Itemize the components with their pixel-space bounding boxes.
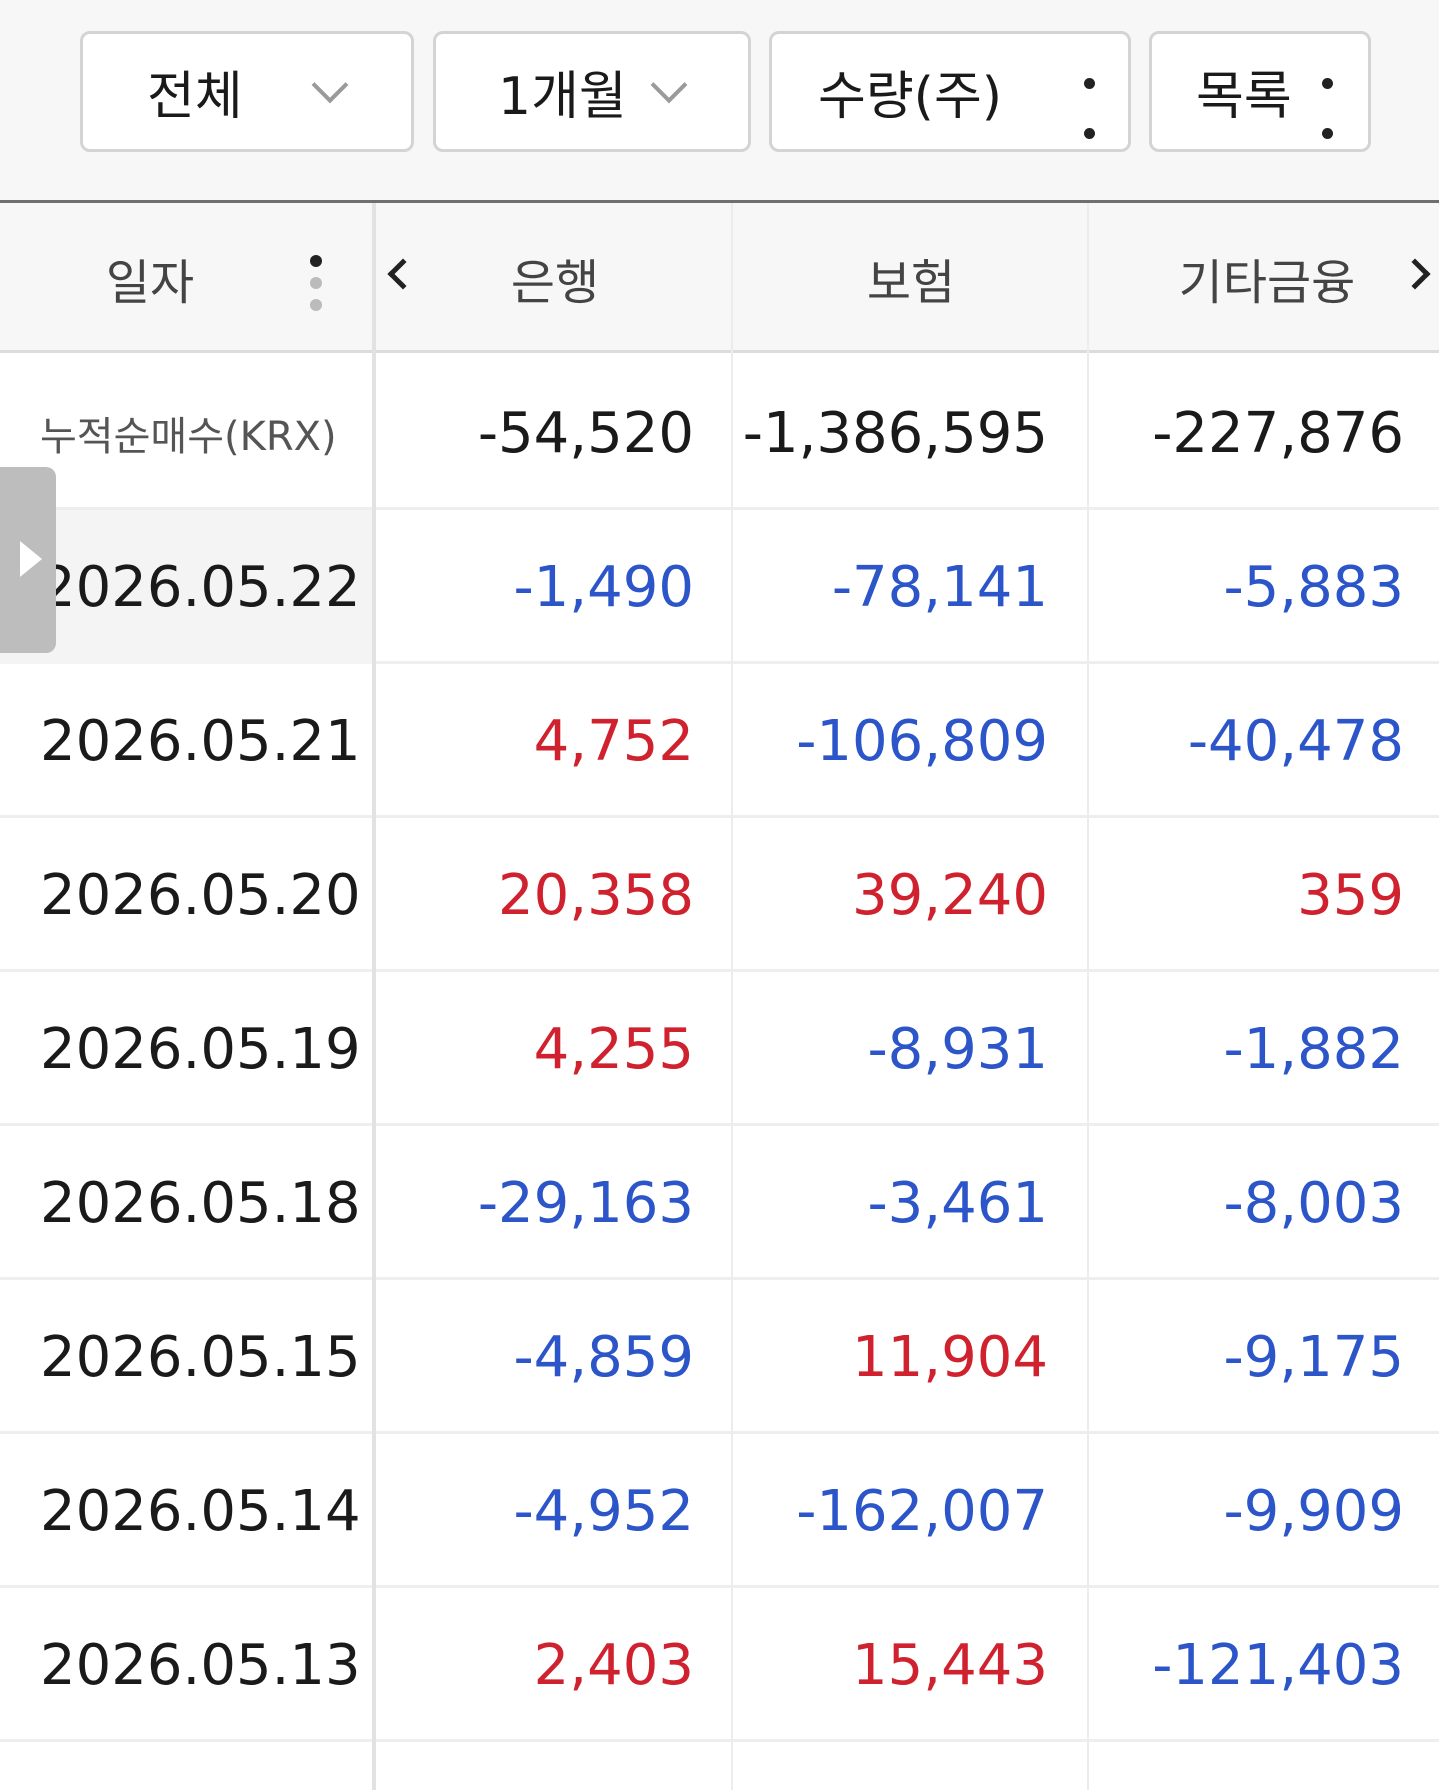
- view-selector[interactable]: 목록: [1149, 31, 1371, 152]
- column-divider: [1087, 203, 1089, 1790]
- header-bank: 은행: [400, 203, 710, 353]
- more-icon: [1321, 78, 1333, 139]
- cell-value: 39,240: [852, 862, 1048, 928]
- cell-value: -162,007: [796, 1478, 1048, 1544]
- table-row[interactable]: 2026.05.19 4,255 -8,931 -1,882: [0, 972, 1439, 1126]
- cell-value: -9,909: [1223, 1478, 1404, 1544]
- header-other-finance: 기타금융: [1089, 203, 1439, 353]
- cell-value: -9,175: [1223, 1324, 1404, 1390]
- table-row[interactable]: 2026.05.15 -4,859 11,904 -9,175: [0, 1280, 1439, 1434]
- period-label: 1개월: [498, 67, 627, 127]
- scope-label: 전체: [147, 67, 243, 127]
- cumulative-label: 누적순매수(KRX): [40, 414, 337, 460]
- row-date: 2026.05.21: [40, 708, 361, 774]
- cumulative-row: 누적순매수(KRX) -54,520 -1,386,595 -227,876: [0, 356, 1439, 510]
- cell-value: -1,386,595: [742, 400, 1048, 466]
- table-row[interactable]: 2026.05.20 20,358 39,240 359: [0, 818, 1439, 972]
- investor-table: 일자 은행 보험 기타금융 누적순매수(KRX) -54,520 -1,386,59…: [0, 203, 1439, 1790]
- row-date: 2026.05.22: [40, 554, 361, 620]
- cell-value: -4,952: [513, 1478, 694, 1544]
- cell-value: -1,882: [1223, 1016, 1404, 1082]
- cell-value: -40,478: [1187, 708, 1404, 774]
- triangle-right-icon: [20, 541, 42, 577]
- cell-value: -29,163: [477, 1170, 694, 1236]
- cell-value: -227,876: [1152, 400, 1404, 466]
- table-row[interactable]: 2026.05.18 -29,163 -3,461 -8,003: [0, 1126, 1439, 1280]
- period-dropdown[interactable]: 1개월: [433, 31, 751, 152]
- cell-value: -5,883: [1223, 554, 1404, 620]
- filter-bar: 전체 1개월 수량(주) 목록: [0, 0, 1439, 200]
- table-row[interactable]: 2026.05.21 4,752 -106,809 -40,478: [0, 664, 1439, 818]
- cell-value: 4,255: [533, 1016, 694, 1082]
- scope-dropdown[interactable]: 전체: [80, 31, 414, 152]
- cell-value: 11,904: [852, 1324, 1048, 1390]
- header-bank-label: 은행: [510, 255, 600, 311]
- row-date: 2026.05.13: [40, 1632, 361, 1698]
- column-divider: [731, 203, 733, 1790]
- cell-value: -106,809: [796, 708, 1048, 774]
- side-panel-toggle[interactable]: [0, 467, 56, 653]
- column-divider: [372, 203, 376, 1790]
- row-date: 2026.05.14: [40, 1478, 361, 1544]
- cell-value: -8,931: [867, 1016, 1048, 1082]
- table-header: 일자 은행 보험 기타금융: [0, 203, 1439, 353]
- table-row[interactable]: 2026.05.22 -1,490 -78,141 -5,883: [0, 510, 1439, 664]
- row-date: 2026.05.19: [40, 1016, 361, 1082]
- cell-value: -4,859: [513, 1324, 694, 1390]
- unit-label: 수량(주): [818, 67, 1003, 127]
- cell-value: -121,403: [1152, 1632, 1404, 1698]
- view-label: 목록: [1196, 67, 1292, 127]
- more-icon: [1083, 78, 1095, 139]
- cell-value: 15,443: [852, 1632, 1048, 1698]
- header-date[interactable]: 일자: [0, 203, 300, 353]
- cell-value: -78,141: [831, 554, 1048, 620]
- row-date: 2026.05.18: [40, 1170, 361, 1236]
- cell-value: 359: [1297, 862, 1404, 928]
- header-other-finance-label: 기타금융: [1178, 255, 1356, 311]
- header-date-label: 일자: [105, 255, 195, 311]
- cell-value: 2,403: [533, 1632, 694, 1698]
- chevron-down-icon: [650, 66, 688, 104]
- chevron-down-icon: [311, 66, 349, 104]
- row-date: 2026.05.20: [40, 862, 361, 928]
- cell-value: -1,490: [513, 554, 694, 620]
- unit-selector[interactable]: 수량(주): [769, 31, 1131, 152]
- cell-value: -8,003: [1223, 1170, 1404, 1236]
- sort-menu-icon[interactable]: [310, 255, 322, 311]
- cell-value: 20,358: [498, 862, 694, 928]
- cell-value: -3,461: [867, 1170, 1048, 1236]
- cell-value: -54,520: [477, 400, 694, 466]
- cell-value: 4,752: [533, 708, 694, 774]
- header-insurance: 보험: [733, 203, 1089, 353]
- header-insurance-label: 보험: [866, 255, 956, 311]
- table-row[interactable]: 2026.05.14 -4,952 -162,007 -9,909: [0, 1434, 1439, 1588]
- table-row[interactable]: 2026.05.13 2,403 15,443 -121,403: [0, 1588, 1439, 1742]
- row-date: 2026.05.15: [40, 1324, 361, 1390]
